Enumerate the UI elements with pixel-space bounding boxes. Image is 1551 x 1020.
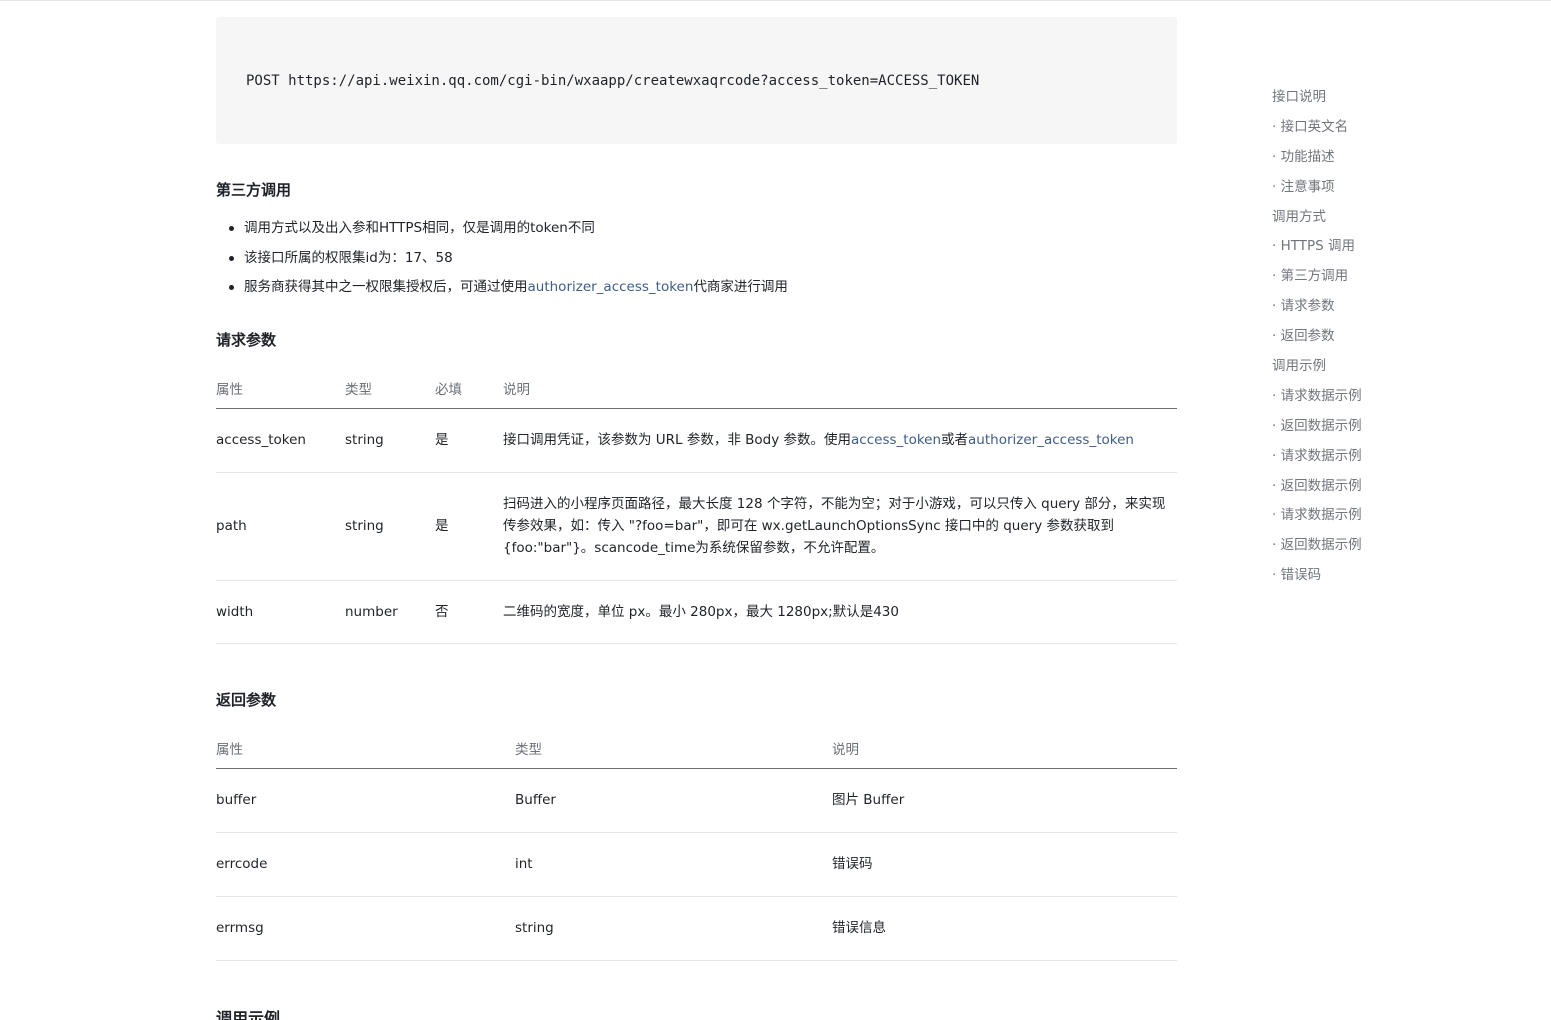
toc-item-error-codes[interactable]: 错误码 <box>1272 561 1472 591</box>
desc-text: 或者 <box>941 432 969 448</box>
section-title-third-party: 第三方调用 <box>216 181 292 199</box>
toc-item-request-example[interactable]: 请求数据示例 <box>1272 382 1472 412</box>
header-cell: 说明 <box>503 368 1177 409</box>
return-name: errcode <box>216 832 515 897</box>
return-name: errmsg <box>216 896 515 961</box>
toc-item-response-example[interactable]: 返回数据示例 <box>1272 531 1472 561</box>
authorizer-access-token-link[interactable]: authorizer_access_token <box>968 432 1134 448</box>
toc-item-response-example[interactable]: 返回数据示例 <box>1272 412 1472 442</box>
param-required: 否 <box>435 580 503 644</box>
toc-item-english-name[interactable]: 接口英文名 <box>1272 113 1472 143</box>
header-cell: 属性 <box>216 368 345 409</box>
doc-content: POST https://api.weixin.qq.com/cgi-bin/w… <box>216 17 1177 1020</box>
return-type: int <box>515 832 832 897</box>
toc-item-call-method[interactable]: 调用方式 <box>1272 203 1472 233</box>
table-row: errmsg string 错误信息 <box>216 896 1177 961</box>
table-row: buffer Buffer 图片 Buffer <box>216 768 1177 833</box>
param-type: string <box>345 472 435 581</box>
param-name: path <box>216 472 345 581</box>
toc-item-notes[interactable]: 注意事项 <box>1272 173 1472 203</box>
toc-item-request-example[interactable]: 请求数据示例 <box>1272 442 1472 472</box>
return-type: string <box>515 896 832 961</box>
section-title-example: 调用示例 <box>216 1009 281 1020</box>
list-item: 该接口所属的权限集id为：17、58 <box>216 244 788 274</box>
return-name: buffer <box>216 768 515 833</box>
table-of-contents: 接口说明 接口英文名 功能描述 注意事项 调用方式 HTTPS 调用 第三方调用… <box>1272 83 1472 591</box>
return-desc: 错误码 <box>832 832 1177 897</box>
return-params-table: 属性 类型 说明 buffer Buffer 图片 Buffer errcode… <box>216 728 1177 961</box>
header-cell: 必填 <box>435 368 503 409</box>
table-row: errcode int 错误码 <box>216 832 1177 897</box>
list-item-text: 该接口所属的权限集id为：17、58 <box>244 249 453 266</box>
code-block: POST https://api.weixin.qq.com/cgi-bin/w… <box>216 17 1177 144</box>
table-header-row: 属性 类型 必填 说明 <box>216 368 1177 409</box>
toc-item-return-params[interactable]: 返回参数 <box>1272 322 1472 352</box>
toc-item-request-example[interactable]: 请求数据示例 <box>1272 501 1472 531</box>
table-row: access_token string 是 接口调用凭证，该参数为 URL 参数… <box>216 408 1177 473</box>
access-token-link[interactable]: access_token <box>851 432 941 448</box>
list-item-text: 服务商获得其中之一权限集授权后，可通过使用 <box>244 279 528 295</box>
toc-item-request-params[interactable]: 请求参数 <box>1272 292 1472 322</box>
param-type: number <box>345 580 435 644</box>
toc-item-response-example[interactable]: 返回数据示例 <box>1272 472 1472 502</box>
desc-text: 接口调用凭证，该参数为 URL 参数，非 Body 参数。使用 <box>503 432 852 448</box>
header-cell: 属性 <box>216 728 515 769</box>
request-params-table: 属性 类型 必填 说明 access_token string 是 接口调用凭证… <box>216 368 1177 644</box>
table-header-row: 属性 类型 说明 <box>216 728 1177 769</box>
param-desc: 二维码的宽度，单位 px。最小 280px，最大 1280px;默认是430 <box>503 580 1177 644</box>
header-cell: 类型 <box>345 368 435 409</box>
section-title-request-params: 请求参数 <box>216 331 277 349</box>
return-desc: 错误信息 <box>832 896 1177 961</box>
header-cell: 类型 <box>515 728 832 769</box>
list-item-text: 调用方式以及出入参和HTTPS相同，仅是调用的token不同 <box>244 220 595 236</box>
toc-item-third-party-call[interactable]: 第三方调用 <box>1272 262 1472 292</box>
table-row: path string 是 扫码进入的小程序页面路径，最大长度 128 个字符，… <box>216 472 1177 581</box>
request-url: POST https://api.weixin.qq.com/cgi-bin/w… <box>246 72 980 89</box>
param-required: 是 <box>435 408 503 473</box>
toc-item-https-call[interactable]: HTTPS 调用 <box>1272 232 1472 262</box>
table-row: width number 否 二维码的宽度，单位 px。最小 280px，最大 … <box>216 580 1177 644</box>
section-title-return-params: 返回参数 <box>216 691 277 709</box>
toc-item-function-description[interactable]: 功能描述 <box>1272 143 1472 173</box>
param-name: width <box>216 580 345 644</box>
list-item: 调用方式以及出入参和HTTPS相同，仅是调用的token不同 <box>216 214 788 244</box>
param-required: 是 <box>435 472 503 581</box>
authorizer-access-token-link[interactable]: authorizer_access_token <box>528 279 694 295</box>
list-item-text: 代商家进行调用 <box>693 279 788 295</box>
list-item: 服务商获得其中之一权限集授权后，可通过使用authorizer_access_t… <box>216 273 788 303</box>
param-desc: 扫码进入的小程序页面路径，最大长度 128 个字符，不能为空；对于小游戏，可以只… <box>503 472 1177 581</box>
top-divider <box>0 0 1551 1</box>
third-party-list: 调用方式以及出入参和HTTPS相同，仅是调用的token不同 该接口所属的权限集… <box>216 214 788 303</box>
return-type: Buffer <box>515 768 832 833</box>
toc-item-interface-description[interactable]: 接口说明 <box>1272 83 1472 113</box>
return-desc: 图片 Buffer <box>832 768 1177 833</box>
param-desc: 接口调用凭证，该参数为 URL 参数，非 Body 参数。使用access_to… <box>503 408 1177 473</box>
toc-item-call-example[interactable]: 调用示例 <box>1272 352 1472 382</box>
header-cell: 说明 <box>832 728 1177 769</box>
param-name: access_token <box>216 408 345 473</box>
param-type: string <box>345 408 435 473</box>
